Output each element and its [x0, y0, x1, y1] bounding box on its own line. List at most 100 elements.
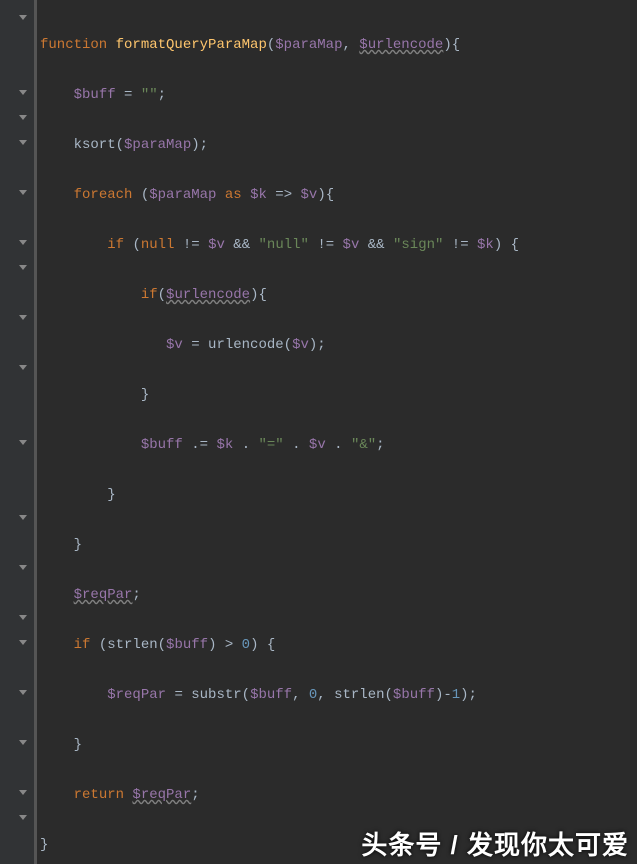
brace: ){ [443, 37, 460, 53]
variable: $v [292, 337, 309, 353]
variable: $urlencode [359, 37, 443, 53]
keyword: foreach [74, 187, 141, 203]
function-name: formatQueryParaMap [116, 37, 267, 53]
variable: $k [250, 187, 275, 203]
code-area[interactable]: function formatQueryParaMap($paraMap, $u… [40, 8, 553, 864]
keyword: as [225, 187, 250, 203]
variable: $v [301, 187, 318, 203]
variable: $urlencode [166, 287, 250, 303]
op: != [183, 237, 208, 253]
keyword: if [141, 287, 158, 303]
variable: $k [477, 237, 494, 253]
punct: ); [309, 337, 326, 353]
text: )- [435, 687, 452, 703]
text: = urlencode( [191, 337, 292, 353]
indent [40, 587, 74, 603]
code-line[interactable]: if($urlencode){ [40, 283, 553, 308]
variable: $paraMap [124, 137, 191, 153]
fold-marker-icon[interactable] [18, 89, 28, 99]
fold-marker-icon[interactable] [18, 739, 28, 749]
code-line[interactable]: $reqPar = substr($buff, 0, strlen($buff)… [40, 683, 553, 708]
indent [40, 437, 141, 453]
brace: } [40, 387, 149, 403]
op: != [317, 237, 342, 253]
op: => [275, 187, 300, 203]
code-line[interactable]: return $reqPar; [40, 783, 553, 808]
fold-marker-icon[interactable] [18, 514, 28, 524]
text: ksort( [40, 137, 124, 153]
punct: ; [376, 437, 384, 453]
variable: $buff [393, 687, 435, 703]
keyword: if [74, 637, 99, 653]
code-line[interactable]: if (null != $v && "null" != $v && "sign"… [40, 233, 553, 258]
code-line[interactable]: $buff = ""; [40, 83, 553, 108]
paren: ( [132, 237, 140, 253]
variable: $buff [166, 637, 208, 653]
variable: $v [343, 237, 368, 253]
brace: ){ [317, 187, 334, 203]
string: "=" [259, 437, 293, 453]
fold-marker-icon[interactable] [18, 564, 28, 574]
code-line[interactable]: } [40, 733, 553, 758]
fold-marker-icon[interactable] [18, 264, 28, 274]
punct: ; [191, 787, 199, 803]
code-line[interactable]: $buff .= $k . "=" . $v . "&"; [40, 433, 553, 458]
punct: ; [132, 587, 140, 603]
code-line[interactable]: if (strlen($buff) > 0) { [40, 633, 553, 658]
code-editor[interactable]: function formatQueryParaMap($paraMap, $u… [0, 0, 637, 864]
keyword: return [74, 787, 133, 803]
string: "" [141, 87, 158, 103]
string: "null" [259, 237, 318, 253]
text: ) > [208, 637, 242, 653]
fold-marker-icon[interactable] [18, 689, 28, 699]
paren: ( [141, 187, 149, 203]
fold-marker-icon[interactable] [18, 139, 28, 149]
fold-marker-icon[interactable] [18, 639, 28, 649]
op: . [242, 437, 259, 453]
keyword: if [107, 237, 132, 253]
string: "&" [351, 437, 376, 453]
brace: ) { [494, 237, 519, 253]
indent [40, 237, 107, 253]
variable: $v [208, 237, 233, 253]
string: "sign" [393, 237, 452, 253]
fold-marker-icon[interactable] [18, 614, 28, 624]
variable: $paraMap [275, 37, 342, 53]
code-line[interactable]: } [40, 383, 553, 408]
code-line[interactable]: $v = urlencode($v); [40, 333, 553, 358]
fold-marker-icon[interactable] [18, 439, 28, 449]
variable: $v [309, 437, 334, 453]
indent [40, 637, 74, 653]
fold-marker-icon[interactable] [18, 814, 28, 824]
paren: ( [158, 287, 166, 303]
text: (strlen( [99, 637, 166, 653]
text: , strlen( [317, 687, 393, 703]
variable: $k [216, 437, 241, 453]
indent [40, 87, 74, 103]
code-line[interactable]: } [40, 483, 553, 508]
variable: $reqPar [107, 687, 174, 703]
punct: , [342, 37, 359, 53]
fold-marker-icon[interactable] [18, 114, 28, 124]
fold-marker-icon[interactable] [18, 314, 28, 324]
fold-marker-icon[interactable] [18, 189, 28, 199]
punct: ; [158, 87, 166, 103]
fold-marker-icon[interactable] [18, 14, 28, 24]
variable: $reqPar [132, 787, 191, 803]
punct: ); [460, 687, 477, 703]
fold-marker-icon[interactable] [18, 789, 28, 799]
fold-marker-icon[interactable] [18, 239, 28, 249]
code-line[interactable]: } [40, 533, 553, 558]
code-line[interactable]: function formatQueryParaMap($paraMap, $u… [40, 33, 553, 58]
paren: ( [267, 37, 275, 53]
brace: } [40, 737, 82, 753]
code-line[interactable]: ksort($paraMap); [40, 133, 553, 158]
op: . [292, 437, 309, 453]
code-line[interactable]: $reqPar; [40, 583, 553, 608]
number: 1 [452, 687, 460, 703]
code-line[interactable]: foreach ($paraMap as $k => $v){ [40, 183, 553, 208]
brace: ) { [250, 637, 275, 653]
keyword: function [40, 37, 116, 53]
variable: $reqPar [74, 587, 133, 603]
fold-marker-icon[interactable] [18, 364, 28, 374]
